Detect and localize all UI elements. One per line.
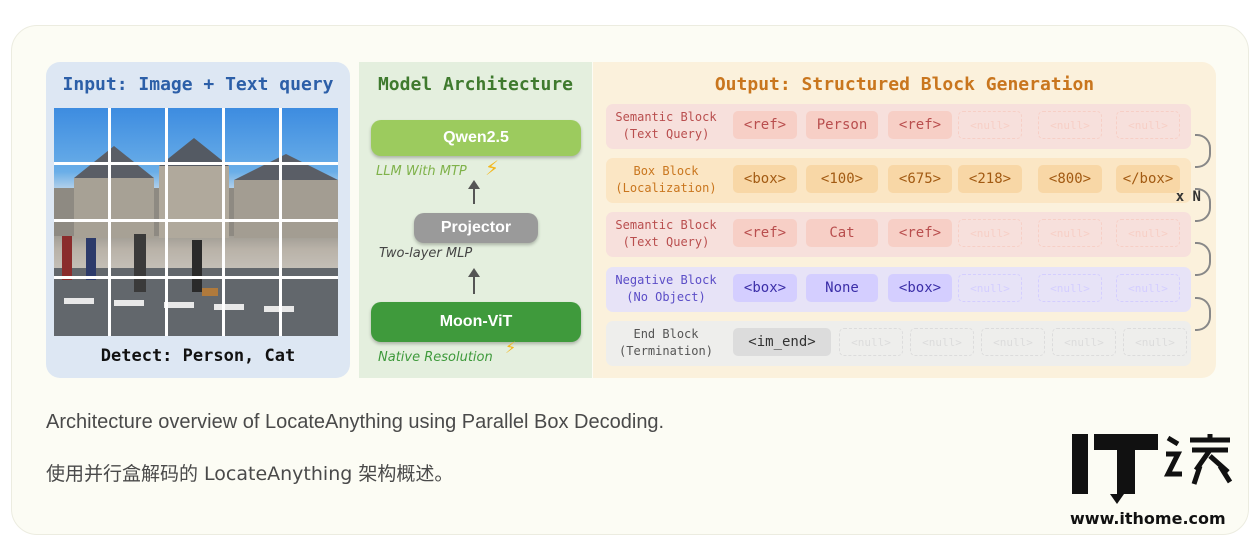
token: <box>: [733, 274, 797, 302]
null-token: <null>: [910, 328, 974, 356]
row-label-title: Semantic Block: [615, 110, 717, 124]
loop-arrow-icon: [1195, 134, 1211, 168]
row-label-title: Negative Block: [615, 273, 717, 287]
lightning-icon: ⚡: [485, 156, 500, 180]
output-row: Negative Block (No Object) <box> None <box> <…: [606, 267, 1191, 312]
output-panel-title: Output: Structured Block Generation: [714, 74, 1095, 95]
row-label-subtitle: (Termination): [619, 344, 713, 358]
caption-english: Architecture overview of LocateAnything …: [46, 411, 665, 433]
loop-arrow-icon: [1195, 297, 1211, 331]
grid-line: [165, 108, 168, 336]
row-label-title: Box Block: [633, 164, 699, 178]
null-token: <null>: [958, 111, 1022, 139]
output-row: Semantic Block (Text Query) <ref> Person <re…: [606, 104, 1191, 149]
input-panel: Input: Image + Text query Detect: Person…: [46, 62, 350, 378]
row-label-subtitle: (Text Query): [622, 127, 710, 141]
grid-line: [279, 108, 282, 336]
llm-block: Qwen2.5: [371, 120, 581, 156]
grid-line: [54, 219, 338, 222]
grid-line: [108, 108, 111, 336]
loop-arrow-icon: [1195, 188, 1211, 222]
up-arrow-icon: [468, 180, 480, 204]
loop-arrow-icon: [1195, 242, 1211, 276]
row-label: Negative Block (No Object): [606, 272, 726, 306]
token: <ref>: [733, 111, 797, 139]
null-token: <null>: [1116, 274, 1180, 302]
row-label-subtitle: (No Object): [626, 290, 706, 304]
grid-line: [54, 276, 338, 279]
null-token: <null>: [1123, 328, 1187, 356]
token: None: [806, 274, 878, 302]
null-token: <null>: [958, 274, 1022, 302]
output-row: Semantic Block (Text Query) <ref> Cat <ref> <…: [606, 212, 1191, 257]
output-row: End Block (Termination) <im_end> <null> <nul…: [606, 321, 1191, 366]
output-panel: Output: Structured Block Generation Sema…: [593, 62, 1216, 378]
row-label-title: End Block: [633, 327, 699, 341]
architecture-figure: Input: Image + Text query Detect: Person…: [46, 62, 1216, 378]
token: <im_end>: [733, 328, 831, 356]
projector-block: Projector: [414, 213, 538, 243]
projector-note: Two-layer MLP: [379, 246, 473, 261]
null-token: <null>: [839, 328, 903, 356]
null-token: <null>: [1038, 219, 1102, 247]
street-scene-image: [54, 108, 338, 336]
logo-url: www.ithome.com: [1070, 509, 1226, 528]
null-token: <null>: [1038, 274, 1102, 302]
spark-icon: ⚡: [505, 338, 517, 357]
grid-line: [222, 108, 225, 336]
grid-line: [54, 162, 338, 165]
null-token: <null>: [958, 219, 1022, 247]
token: <ref>: [733, 219, 797, 247]
model-panel-title: Model Architecture: [377, 74, 574, 95]
row-label-title: Semantic Block: [615, 218, 717, 232]
token: <ref>: [888, 111, 952, 139]
building-illustration: [54, 138, 338, 336]
row-label: End Block (Termination): [606, 326, 726, 360]
token: <218>: [958, 165, 1022, 193]
llm-note: LLM With MTP: [376, 164, 467, 179]
model-panel: Model Architecture Qwen2.5 LLM With MTP …: [359, 62, 592, 378]
input-panel-title: Input: Image + Text query: [62, 74, 334, 95]
null-token: <null>: [981, 328, 1045, 356]
row-label: Semantic Block (Text Query): [606, 109, 726, 143]
row-label-subtitle: (Localization): [615, 181, 717, 195]
row-label-subtitle: (Text Query): [622, 235, 710, 249]
null-token: <null>: [1052, 328, 1116, 356]
null-token: <null>: [1116, 111, 1180, 139]
vision-encoder-block: Moon-ViT: [371, 302, 581, 342]
token: Person: [806, 111, 878, 139]
caption-chinese: 使用并行盒解码的 LocateAnything 架构概述。: [46, 463, 454, 485]
token: Cat: [806, 219, 878, 247]
row-label: Box Block (Localization): [606, 163, 726, 197]
null-token: <null>: [1116, 219, 1180, 247]
token: <box>: [733, 165, 797, 193]
token: <ref>: [888, 219, 952, 247]
null-token: <null>: [1038, 111, 1102, 139]
up-arrow-icon: [468, 268, 480, 294]
row-label: Semantic Block (Text Query): [606, 217, 726, 251]
token: <100>: [806, 165, 878, 193]
token: </box>: [1116, 165, 1180, 193]
input-caption: Detect: Person, Cat: [100, 346, 296, 366]
token: <800>: [1038, 165, 1102, 193]
encoder-note: Native Resolution: [378, 350, 493, 365]
output-row: Box Block (Localization) <box> <100> <675> <2…: [606, 158, 1201, 205]
token: <675>: [888, 165, 952, 193]
token: <box>: [888, 274, 952, 302]
